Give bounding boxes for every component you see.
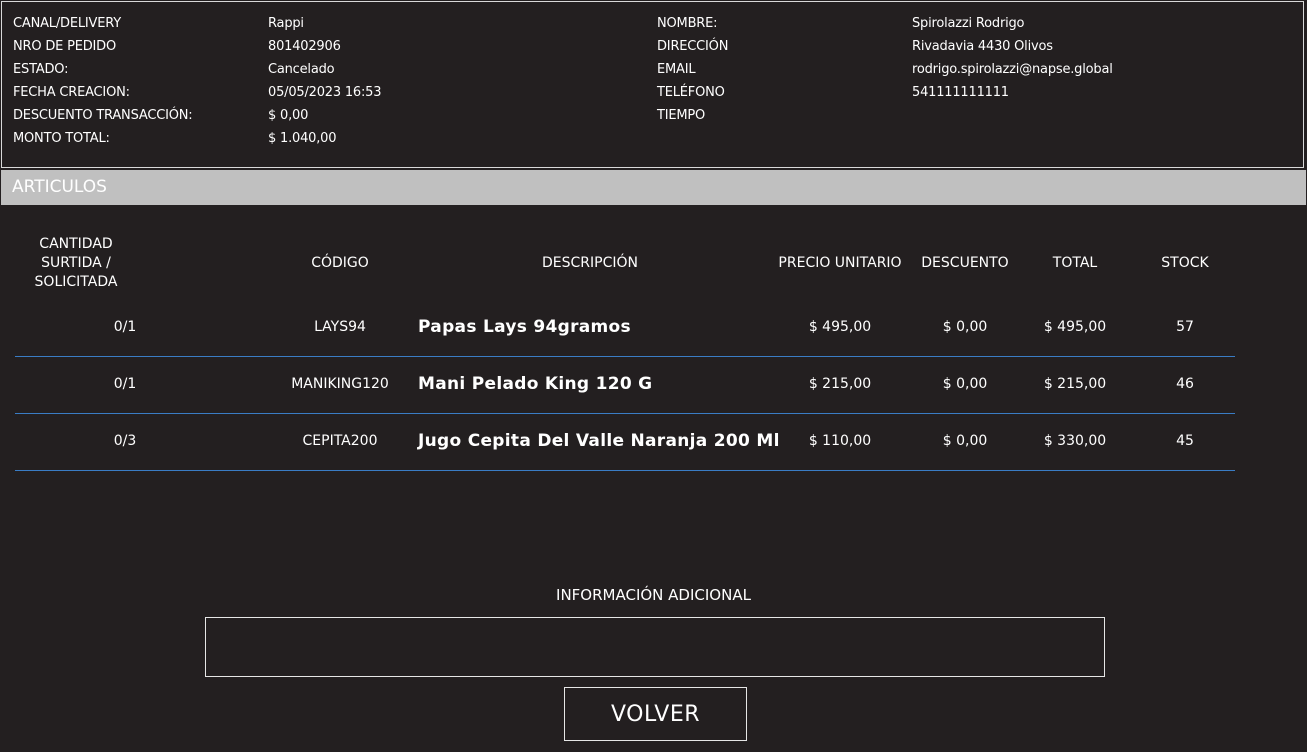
creation-date-label: FECHA CREACION: <box>13 85 130 100</box>
row-stock: 45 <box>1176 433 1194 449</box>
channel-label: CANAL/DELIVERY <box>13 16 121 31</box>
row-separator <box>15 413 1235 414</box>
order-info-left-labels: CANAL/DELIVERY NRO DE PEDIDO ESTADO: FEC… <box>13 12 193 150</box>
row-description: Mani Pelado King 120 G <box>418 374 653 394</box>
header-quantity: CANTIDAD SURTIDA / SOLICITADA <box>34 236 118 290</box>
row-quantity: 0/1 <box>113 319 137 335</box>
row-total: $ 495,00 <box>1043 319 1107 335</box>
time-label: TIEMPO <box>657 108 706 123</box>
customer-info-values: Spirolazzi Rodrigo Rivadavia 4430 Olivos… <box>912 12 1113 127</box>
order-number-value: 801402906 <box>268 39 341 54</box>
row-description: Papas Lays 94gramos <box>418 317 631 337</box>
email-label: EMAIL <box>657 62 696 77</box>
row-stock: 46 <box>1176 376 1194 392</box>
row-unit-price: $ 495,00 <box>808 319 872 335</box>
time-value <box>912 104 1113 127</box>
row-unit-price: $ 215,00 <box>808 376 872 392</box>
row-discount: $ 0,00 <box>942 433 988 449</box>
status-label: ESTADO: <box>13 62 69 77</box>
status-value: Cancelado <box>268 62 335 77</box>
row-quantity: 0/1 <box>113 376 137 392</box>
row-code: MANIKING120 <box>291 376 389 392</box>
additional-info-field[interactable] <box>205 617 1105 677</box>
header-discount: DESCUENTO <box>921 255 1009 271</box>
row-code: LAYS94 <box>314 319 366 335</box>
name-label: NOMBRE: <box>657 16 718 31</box>
header-stock: STOCK <box>1161 255 1209 271</box>
row-code: CEPITA200 <box>302 433 378 449</box>
phone-label: TELÉFONO <box>657 85 725 100</box>
row-quantity: 0/3 <box>113 433 137 449</box>
address-value: Rivadavia 4430 Olivos <box>912 39 1053 54</box>
header-code: CÓDIGO <box>311 255 369 271</box>
row-total: $ 215,00 <box>1043 376 1107 392</box>
row-description: Jugo Cepita Del Valle Naranja 200 Ml <box>418 431 780 451</box>
name-value: Spirolazzi Rodrigo <box>912 16 1025 31</box>
customer-info-labels: NOMBRE: DIRECCIÓN EMAIL TELÉFONO TIEMPO <box>657 12 728 127</box>
creation-date-value: 05/05/2023 16:53 <box>268 85 382 100</box>
back-button[interactable]: VOLVER <box>564 687 747 741</box>
header-unit-price: PRECIO UNITARIO <box>778 255 902 271</box>
order-info-panel: CANAL/DELIVERY NRO DE PEDIDO ESTADO: FEC… <box>1 1 1304 168</box>
channel-value: Rappi <box>268 16 304 31</box>
phone-value: 541111111111 <box>912 85 1009 100</box>
additional-info-label: INFORMACIÓN ADICIONAL <box>556 586 751 604</box>
total-amount-value: $ 1.040,00 <box>268 131 337 146</box>
row-discount: $ 0,00 <box>942 376 988 392</box>
order-number-label: NRO DE PEDIDO <box>13 39 117 54</box>
row-discount: $ 0,00 <box>942 319 988 335</box>
address-label: DIRECCIÓN <box>657 39 729 54</box>
order-info-left-values: Rappi 801402906 Cancelado 05/05/2023 16:… <box>268 12 382 150</box>
articles-section-bar: ARTICULOS <box>1 170 1306 205</box>
row-separator <box>15 356 1235 357</box>
transaction-discount-value: $ 0,00 <box>268 108 309 123</box>
header-description: DESCRIPCIÓN <box>542 255 638 271</box>
articles-section-title: ARTICULOS <box>12 177 107 197</box>
row-unit-price: $ 110,00 <box>808 433 872 449</box>
row-stock: 57 <box>1176 319 1194 335</box>
transaction-discount-label: DESCUENTO TRANSACCIÓN: <box>13 108 193 123</box>
row-total: $ 330,00 <box>1043 433 1107 449</box>
header-total: TOTAL <box>1052 255 1098 271</box>
row-separator <box>15 470 1235 471</box>
email-value: rodrigo.spirolazzi@napse.global <box>912 62 1113 77</box>
total-amount-label: MONTO TOTAL: <box>13 131 110 146</box>
order-detail-screen: CANAL/DELIVERY NRO DE PEDIDO ESTADO: FEC… <box>0 0 1307 752</box>
